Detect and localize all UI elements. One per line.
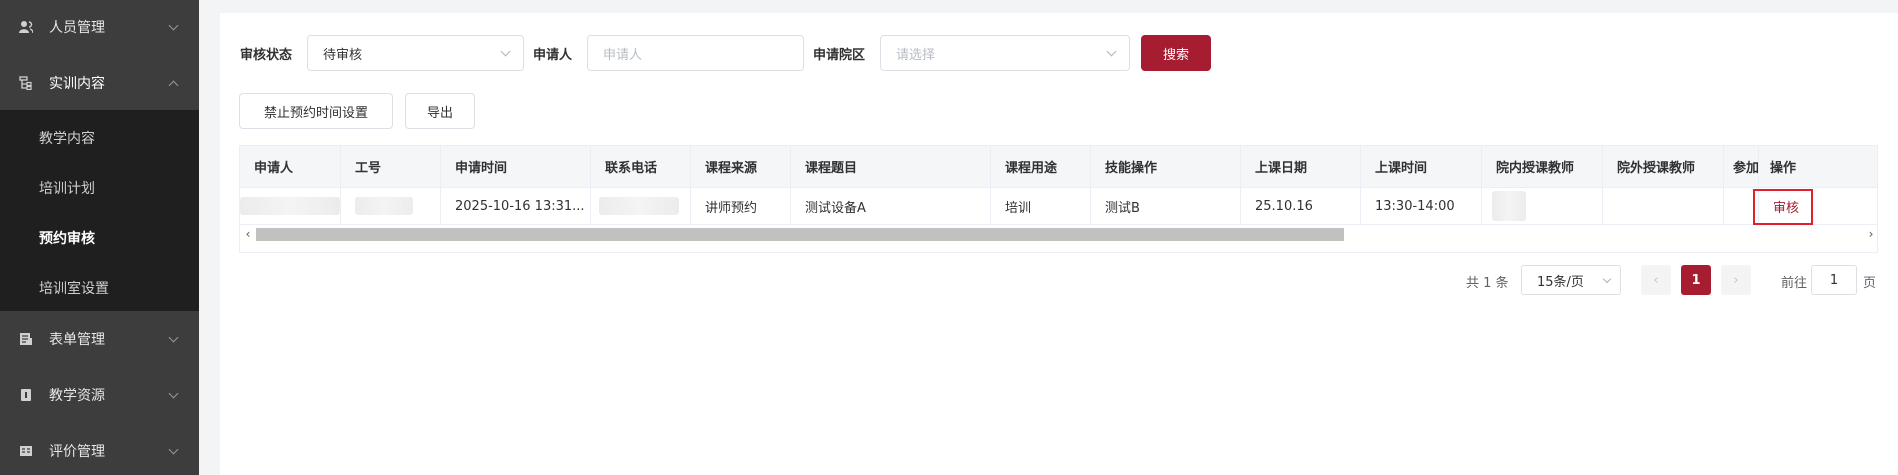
skill-cell: 测试B (1091, 188, 1241, 224)
main-area: 审核状态 待审核 申请人 申请人 申请院区 请选择 搜索 禁止预约时间设置 导出… (199, 0, 1898, 475)
employee-id-cell (341, 188, 441, 224)
column-header: 课程题目 (791, 146, 991, 187)
sidebar-item-personnel[interactable]: 人员管理 (0, 0, 199, 54)
date-cell: 25.10.16 (1241, 188, 1361, 224)
source-cell: 讲师预约 (691, 188, 791, 224)
apply-time-cell: 2025-10-16 13:31... (441, 188, 591, 224)
forbid-booking-time-button[interactable]: 禁止预约时间设置 (239, 93, 393, 129)
evaluation-icon (18, 443, 34, 459)
internal-teacher-cell (1482, 188, 1603, 224)
submenu-label: 培训计划 (39, 181, 95, 197)
page-suffix: 页 (1863, 276, 1877, 291)
campus-select-placeholder: 请选择 (896, 47, 936, 63)
booking-table: 申请人 工号 申请时间 联系电话 课程来源 课程题目 课程用途 技能操作 上课日… (239, 145, 1878, 253)
sidebar-item-training-plan[interactable]: 培训计划 (0, 163, 199, 213)
campus-filter-label: 申请院区 (813, 48, 866, 63)
status-select[interactable]: 待审核 (307, 35, 524, 71)
external-teacher-cell (1603, 188, 1724, 224)
scrollbar-thumb[interactable] (256, 228, 1344, 241)
table-row: 2025-10-16 13:31... 讲师预约 测试设备A 培训 测试B 25… (240, 188, 1877, 225)
time-cell: 13:30-14:00 (1361, 188, 1482, 224)
column-header: 院内授课教师 (1482, 146, 1603, 187)
submenu-label: 预约审核 (39, 231, 95, 247)
sidebar-item-teaching-resources[interactable]: 教学资源 (0, 368, 199, 422)
sidebar-item-label: 实训内容 (49, 76, 105, 92)
status-select-value: 待审核 (323, 47, 363, 63)
chevron-down-icon (500, 46, 511, 57)
chevron-down-icon (168, 444, 179, 454)
chevron-down-icon (1602, 274, 1612, 284)
column-header: 技能操作 (1091, 146, 1241, 187)
redacted-text (1492, 191, 1526, 221)
sidebar-item-label: 评价管理 (49, 444, 105, 460)
purpose-cell: 培训 (991, 188, 1091, 224)
campus-select[interactable]: 请选择 (880, 35, 1130, 71)
sidebar-item-form-management[interactable]: 表单管理 (0, 312, 199, 366)
redacted-text (355, 197, 413, 215)
sidebar-item-evaluation[interactable]: 评价管理 (0, 424, 199, 475)
tree-icon (18, 75, 34, 91)
chevron-down-icon (168, 332, 179, 342)
status-filter-label: 审核状态 (240, 48, 293, 63)
column-header: 课程用途 (991, 146, 1091, 187)
submenu-training-content: 教学内容 培训计划 预约审核 培训室设置 (0, 110, 199, 311)
column-header: 申请时间 (441, 146, 591, 187)
page-number-button[interactable]: 1 (1681, 265, 1711, 295)
phone-cell (591, 188, 691, 224)
column-header: 院外授课教师 (1603, 146, 1724, 187)
sidebar-item-training-content[interactable]: 实训内容 (0, 56, 199, 110)
column-header: 参加 (1724, 146, 1759, 187)
redacted-text (599, 197, 679, 215)
column-header: 上课时间 (1361, 146, 1482, 187)
column-header: 课程来源 (691, 146, 791, 187)
column-header: 上课日期 (1241, 146, 1361, 187)
page-size-value: 15条/页 (1537, 274, 1584, 290)
page-size-select[interactable]: 15条/页 (1521, 265, 1621, 295)
prev-page-button[interactable]: ‹ (1641, 265, 1671, 295)
applicant-filter-label: 申请人 (533, 48, 573, 63)
sidebar-item-label: 人员管理 (49, 20, 105, 36)
sidebar-item-label: 表单管理 (49, 332, 105, 348)
column-header: 工号 (341, 146, 441, 187)
submenu-label: 培训室设置 (39, 281, 109, 297)
chevron-down-icon (168, 20, 179, 30)
scroll-left-icon[interactable]: ‹ (242, 227, 254, 241)
sidebar-item-label: 教学资源 (49, 388, 105, 404)
sidebar: 人员管理 实训内容 教学内容 培训计划 预约审核 培训室设置 表单管理 教学资源… (0, 0, 199, 475)
column-header: 联系电话 (591, 146, 691, 187)
total-count: 共 1 条 (1466, 276, 1509, 291)
horizontal-scrollbar[interactable]: ‹ › (240, 225, 1877, 243)
content-card: 审核状态 待审核 申请人 申请人 申请院区 请选择 搜索 禁止预约时间设置 导出… (220, 13, 1898, 475)
applicant-input[interactable]: 申请人 (587, 35, 804, 71)
search-button[interactable]: 搜索 (1141, 35, 1211, 71)
goto-page-input[interactable]: 1 (1811, 265, 1857, 295)
sidebar-item-booking-review[interactable]: 预约审核 (0, 213, 199, 263)
sidebar-item-teaching-content[interactable]: 教学内容 (0, 113, 199, 163)
column-header: 申请人 (240, 146, 341, 187)
form-icon (18, 331, 34, 347)
redacted-text (240, 197, 340, 215)
chevron-down-icon (168, 388, 179, 398)
users-icon (18, 19, 34, 35)
next-page-button[interactable]: › (1721, 265, 1751, 295)
title-cell: 测试设备A (791, 188, 991, 224)
sidebar-item-room-settings[interactable]: 培训室设置 (0, 263, 199, 313)
applicant-input-placeholder: 申请人 (603, 47, 643, 63)
scroll-right-icon[interactable]: › (1865, 227, 1877, 241)
submenu-label: 教学内容 (39, 131, 95, 147)
goto-label: 前往 (1781, 276, 1808, 291)
chevron-up-icon (168, 80, 179, 90)
table-header: 申请人 工号 申请时间 联系电话 课程来源 课程题目 课程用途 技能操作 上课日… (240, 146, 1877, 188)
highlight-box (1753, 189, 1813, 225)
chevron-down-icon (1106, 46, 1117, 57)
applicant-cell (240, 188, 341, 224)
book-icon (18, 387, 34, 403)
column-header: 操作 (1770, 161, 1797, 176)
export-button[interactable]: 导出 (405, 93, 475, 129)
